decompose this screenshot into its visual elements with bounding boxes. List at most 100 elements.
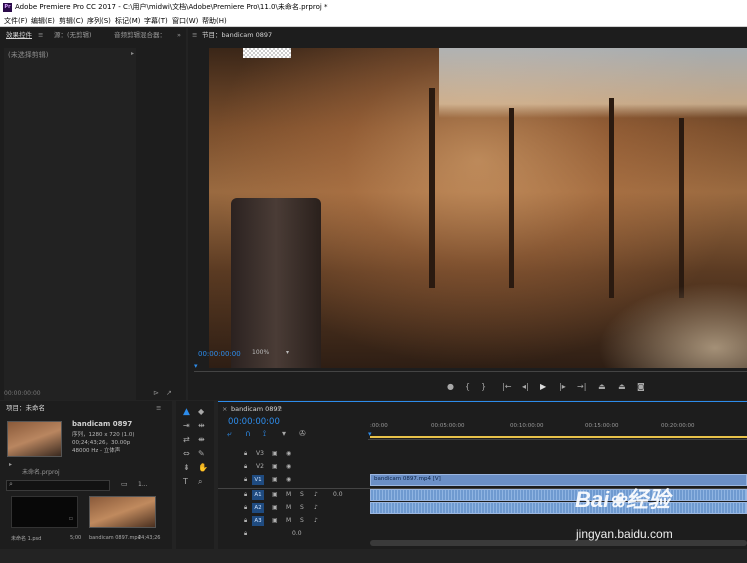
menu-edit[interactable]: 编辑(E) [31,15,55,27]
menu-help[interactable]: 帮助(H) [202,15,227,27]
export-icon[interactable]: ↗ [166,389,172,397]
tab-program[interactable]: 节目：bandicam 0897 [202,28,272,42]
audio-clip[interactable] [370,502,747,514]
lock-icon[interactable]: 🔒︎ [244,476,247,484]
tab-audio-clip-mixer[interactable]: 音频剪辑混合器： [114,28,166,42]
add-marker-icon[interactable]: ● [447,382,454,392]
track-target-a1[interactable]: A1 [252,490,264,500]
close-tab-icon[interactable]: × [222,402,227,416]
solo-button[interactable]: S [300,491,304,498]
microphone-icon[interactable]: ♪ [314,504,318,511]
track-select-icon[interactable]: ⇥ [183,421,190,431]
slip-tool-icon[interactable]: ⇹ [198,421,205,431]
eye-icon[interactable]: ◉ [286,450,291,457]
nest-toggle-icon[interactable]: ⤶ [227,429,231,439]
sync-lock-icon[interactable]: ▣ [272,504,278,511]
pen-tool-icon[interactable]: ✎ [198,449,205,459]
step-forward-icon[interactable]: |▸ [559,382,566,392]
timeline-timecode[interactable]: 00:00:00:00 [228,417,280,427]
play-thumbnail-icon[interactable]: ▸ [9,461,12,468]
extract-icon[interactable]: ⏏ [618,382,626,392]
lock-icon[interactable]: 🔒︎ [244,517,247,525]
clip-preview-thumbnail[interactable] [7,421,62,457]
slide-tool-icon[interactable]: ⇼ [198,435,205,445]
snap-icon[interactable]: ∩ [245,429,251,439]
sync-lock-icon[interactable]: ▣ [272,491,278,498]
project-menu-icon[interactable]: ≡ [156,401,161,415]
filter-icon[interactable]: ⊳ [153,389,159,397]
audio-clip[interactable] [370,489,747,501]
mark-in-icon[interactable]: { [465,382,470,392]
rate-stretch-icon[interactable]: ⇟ [183,463,190,473]
razor-tool-icon[interactable]: ◆ [198,407,204,417]
mute-button[interactable]: M [286,491,291,498]
mute-button[interactable]: M [286,504,291,511]
master-volume[interactable]: 0.0 [292,530,302,537]
play-icon[interactable]: ▶ [540,382,546,392]
lock-icon[interactable]: 🔒︎ [244,504,247,512]
zoom-select[interactable]: 100% ▾ [252,349,296,359]
playhead-marker-icon[interactable]: ▾ [194,362,198,370]
mark-out-icon[interactable]: } [481,382,486,392]
project-item-psd[interactable]: ▫ [11,496,78,528]
program-scrubber[interactable]: ▾ [194,362,747,372]
tab-menu-icon[interactable]: ≡ [38,28,43,42]
eye-icon[interactable]: ◉ [286,463,291,470]
expand-arrow-icon[interactable]: ▸ [131,50,134,57]
video-clip[interactable]: bandicam 0897.mp4 [V] [370,474,747,486]
eye-icon[interactable]: ◉ [286,476,291,483]
add-marker-timeline-icon[interactable]: ▾ [282,429,286,439]
track-target-a3[interactable]: A3 [252,516,264,526]
project-item-video[interactable] [89,496,156,528]
track-target-v1[interactable]: V1 [252,475,264,485]
sync-lock-icon[interactable]: ▣ [272,517,278,524]
solo-button[interactable]: S [300,517,304,524]
selection-tool-icon[interactable]: ▲ [183,407,190,417]
project-search-input[interactable]: ⌕ [6,480,110,491]
menu-title[interactable]: 字幕(T) [144,15,168,27]
track-volume[interactable]: 0.0 [333,491,343,498]
timeline-scrollbar[interactable] [370,540,747,546]
menu-marker[interactable]: 标记(M) [115,15,141,27]
tab-effect-controls[interactable]: 效果控件 [6,28,32,42]
lock-icon[interactable]: 🔒︎ [244,450,247,458]
linked-selection-icon[interactable]: ⟟ [263,429,266,439]
microphone-icon[interactable]: ♪ [314,517,318,524]
sync-lock-icon[interactable]: ▣ [272,463,278,470]
sync-lock-icon[interactable]: ▣ [272,476,278,483]
timeline-playhead-icon[interactable]: ▾ [368,430,372,438]
sync-lock-icon[interactable]: ▣ [272,450,278,457]
lift-icon[interactable]: ⏏ [598,382,606,392]
go-to-out-icon[interactable]: →| [577,382,586,392]
menu-sequence[interactable]: 序列(S) [87,15,111,27]
microphone-icon[interactable]: ♪ [314,491,318,498]
camera-icon[interactable]: ◙ [637,382,645,392]
lock-icon[interactable]: 🔒︎ [244,530,247,538]
tab-source[interactable]: 源：(无剪辑) [54,28,92,42]
tab-sequence[interactable]: bandicam 0897 [231,402,282,416]
menu-file[interactable]: 文件(F) [4,15,28,27]
mute-button[interactable]: M [286,517,291,524]
go-to-in-icon[interactable]: |← [502,382,511,392]
ripple-edit-icon[interactable]: ⇄ [183,435,190,445]
zoom-tool-icon[interactable]: ⌕ [198,477,202,487]
new-bin-icon[interactable]: ▭ [121,480,128,488]
program-timecode[interactable]: 00:00:00:00 [198,350,241,358]
track-target-a2[interactable]: A2 [252,503,264,513]
rolling-edit-icon[interactable]: ⇔ [183,449,190,459]
work-area-bar[interactable] [370,436,747,438]
timeline-menu-icon[interactable]: ≡ [277,402,282,416]
program-menu-icon[interactable]: ≡ [192,28,197,42]
lock-icon[interactable]: 🔒︎ [244,463,247,471]
tab-project[interactable]: 项目：未命名 [6,401,45,415]
type-tool-icon[interactable]: T [183,477,188,487]
menu-window[interactable]: 窗口(W) [172,15,198,27]
effect-controls-timecode[interactable]: 00:00:00:00 [4,390,41,397]
panel-overflow-icon[interactable]: » [177,28,181,42]
step-back-icon[interactable]: ◂| [522,382,529,392]
menu-clip[interactable]: 剪辑(C) [59,15,83,27]
hand-tool-icon[interactable]: ✋ [198,463,208,473]
solo-button[interactable]: S [300,504,304,511]
wrench-icon[interactable]: ✇ [299,429,306,439]
lock-icon[interactable]: 🔒︎ [244,491,247,499]
